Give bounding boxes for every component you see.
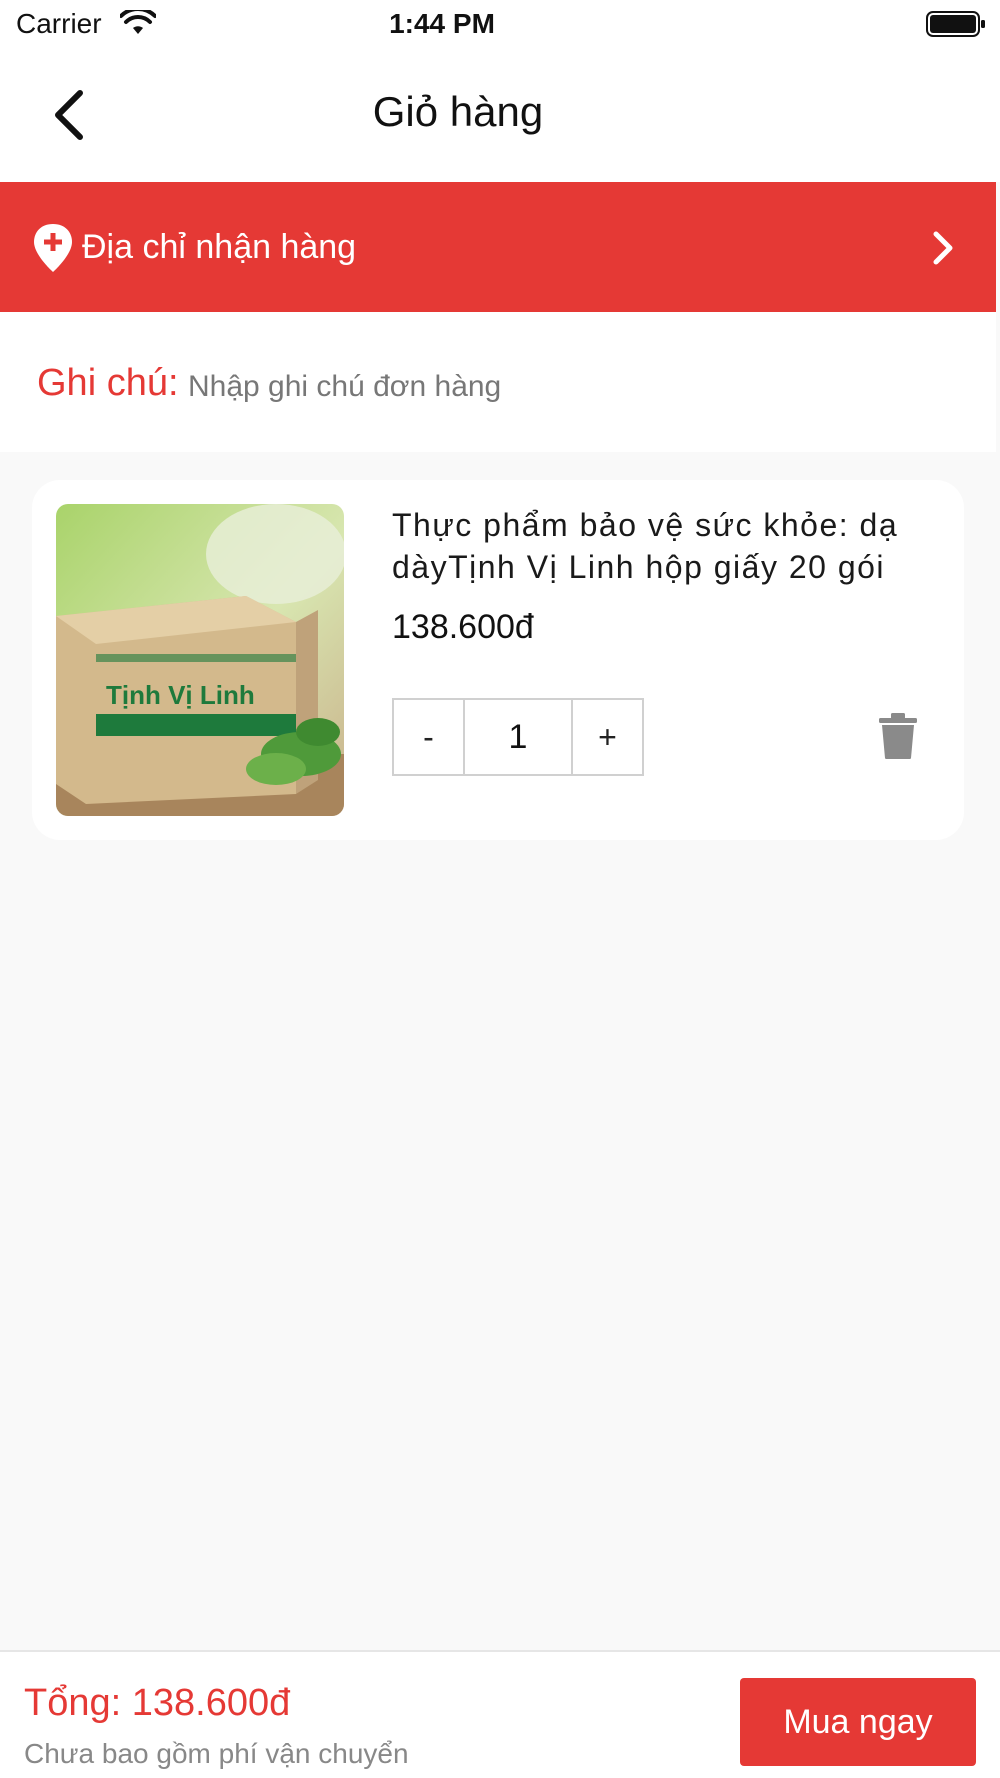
status-bar: Carrier 1:44 PM [0,0,1000,50]
order-note-row: Ghi chú: [0,312,996,452]
quantity-input[interactable] [463,700,573,774]
note-label: Ghi chú: [37,362,179,404]
product-image-brand: Tịnh Vị Linh [106,680,255,710]
product-image[interactable]: Tịnh Vị Linh [56,504,344,816]
order-total: Tổng: 138.600đ [24,1682,291,1724]
order-note-input[interactable] [188,364,948,410]
location-pin-icon [34,224,72,272]
checkout-bar: Tổng: 138.600đ Chưa bao gồm phí vận chuy… [0,1650,1000,1778]
product-name: Thực phẩm bảo vệ sức khỏe: dạ dàyTịnh Vị… [392,507,899,585]
nav-bar: Giỏ hàng [0,50,1000,182]
page-title: Giỏ hàng [372,88,544,135]
increase-quantity-button[interactable]: + [573,700,642,774]
product-price: 138.600đ [392,608,534,646]
chevron-right-icon [933,231,953,265]
quantity-stepper: - + [392,698,644,776]
decrease-quantity-button[interactable]: - [394,700,463,774]
battery-icon [926,11,985,37]
trash-icon[interactable] [877,712,919,760]
delivery-address-label: Địa chỉ nhận hàng [82,228,357,266]
buy-now-button[interactable]: Mua ngay [740,1678,976,1766]
product-box-illustration: Tịnh Vị Linh [56,504,344,816]
cart-item-card: Tịnh Vị Linh Thực phẩm bảo vệ sức khỏe: … [32,480,964,840]
shipping-note: Chưa bao gồm phí vận chuyển [24,1738,409,1769]
delivery-address-row[interactable]: Địa chỉ nhận hàng [0,182,996,312]
clock-time: 1:44 PM [389,8,495,39]
